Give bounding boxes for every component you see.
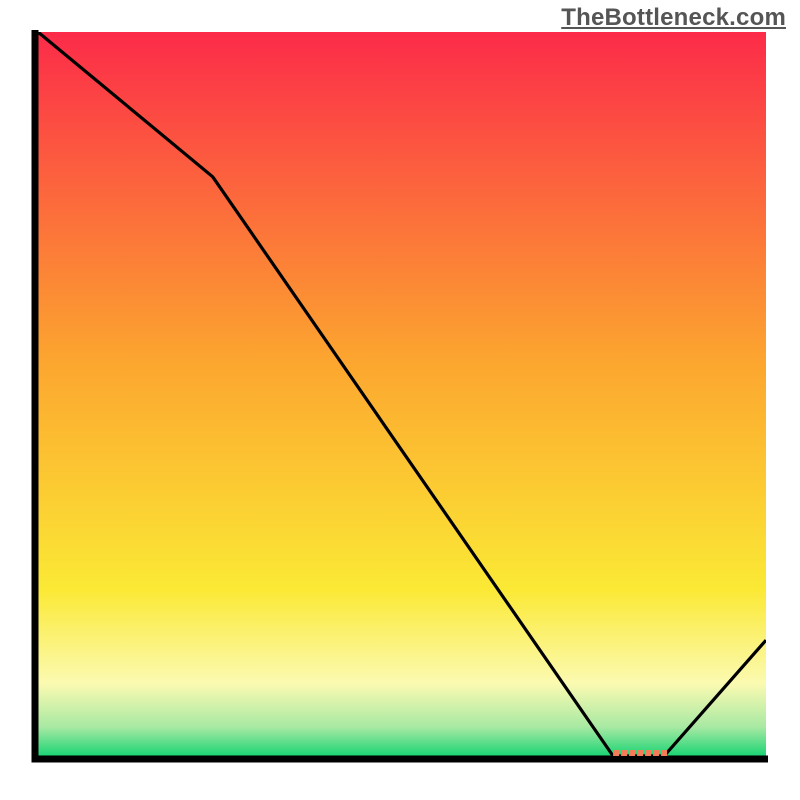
optimum-marker-dot — [653, 750, 659, 756]
optimum-marker-dot — [613, 750, 619, 756]
optimum-marker-dot — [645, 750, 651, 756]
optimum-marker-dot — [629, 750, 635, 756]
optimum-marker-dot — [621, 750, 627, 756]
optimum-marker-dot — [661, 750, 667, 756]
optimum-marker-dot — [637, 750, 643, 756]
optimum-marker — [613, 750, 667, 756]
chart-stage: TheBottleneck.com — [0, 0, 800, 800]
watermark-link[interactable]: TheBottleneck.com — [561, 4, 786, 32]
chart-svg — [0, 0, 800, 800]
plot-background-gradient — [38, 32, 766, 756]
